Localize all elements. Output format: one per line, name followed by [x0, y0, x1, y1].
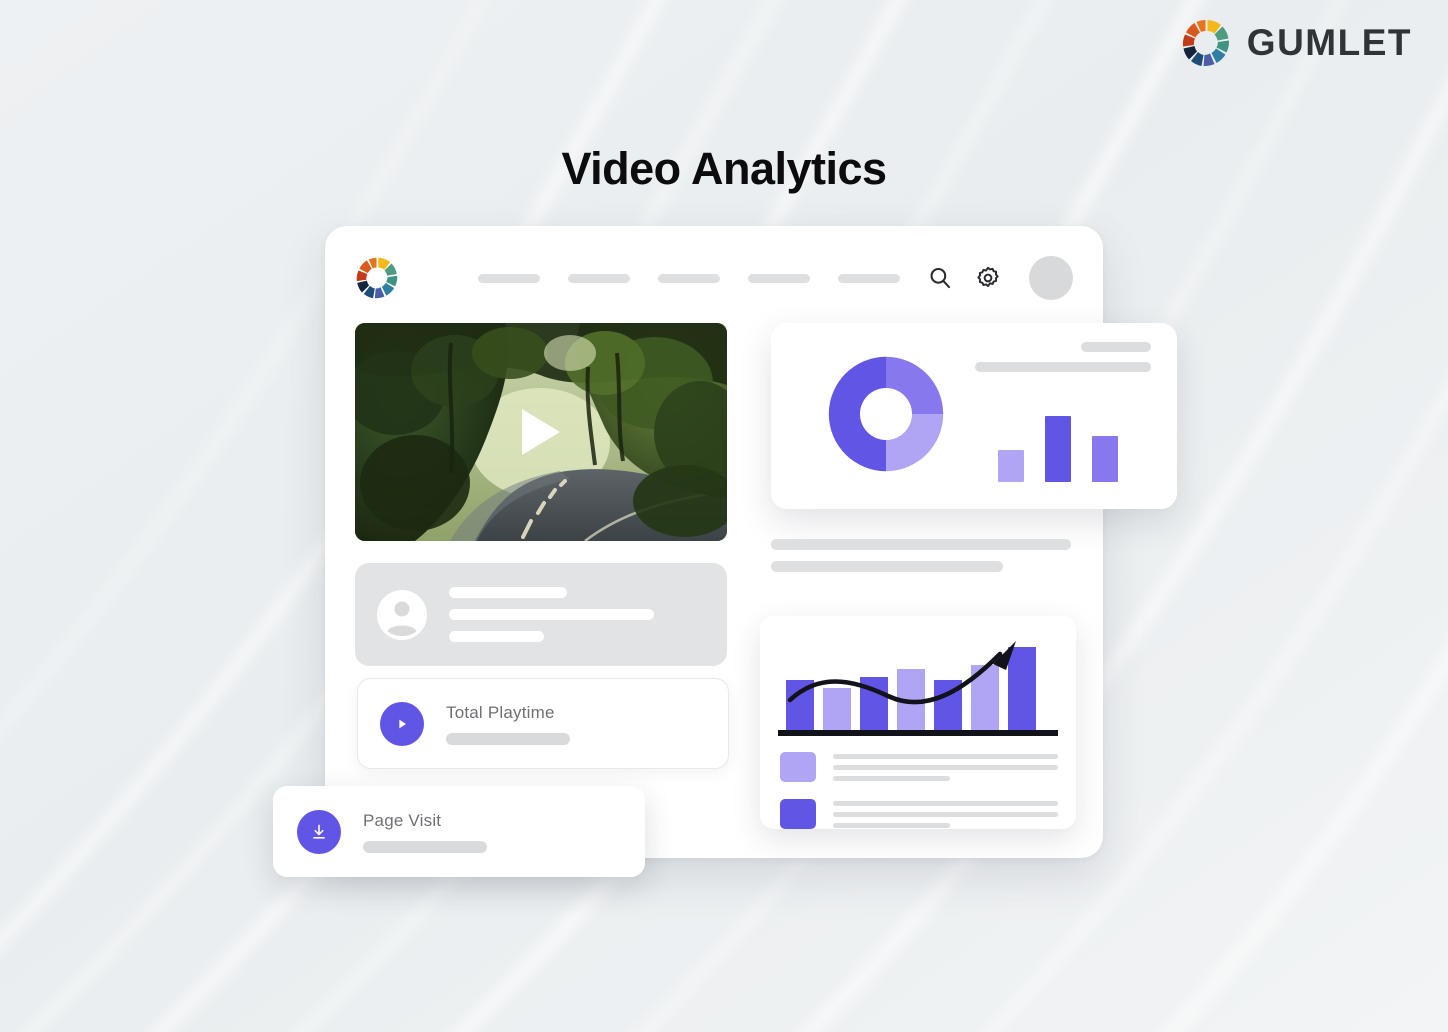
mini-bar-3	[1092, 436, 1118, 482]
page-root: GUMLET Video Analytics Total Playtime Pa…	[0, 0, 1448, 1032]
donut-card-placeholder-lines	[975, 342, 1151, 372]
stat-card-page-visit[interactable]: Page Visit	[273, 786, 645, 877]
download-icon	[297, 809, 341, 854]
stat-value-placeholder	[363, 840, 487, 853]
play-icon[interactable]	[522, 409, 560, 455]
search-icon[interactable]	[927, 265, 953, 291]
profile-placeholder-lines	[449, 587, 654, 642]
download-arrow-icon	[313, 824, 325, 839]
stat-card-total-playtime[interactable]: Total Playtime	[357, 678, 729, 769]
nav-pill-5[interactable]	[838, 273, 900, 283]
profile-line-1	[449, 587, 567, 598]
legend-line-2	[833, 764, 1058, 770]
stat-value-placeholder	[446, 732, 570, 745]
stat-label-total-playtime: Total Playtime	[446, 702, 555, 722]
legend-text-lines	[833, 753, 1058, 781]
mini-bar-chart	[998, 416, 1118, 482]
nav-pill-2[interactable]	[568, 273, 630, 283]
under-line-2	[771, 561, 1003, 572]
donut-line-long	[975, 362, 1151, 372]
nav-pill-4[interactable]	[748, 273, 810, 283]
gear-icon[interactable]	[975, 265, 1001, 291]
stat-body: Total Playtime	[446, 703, 706, 745]
mini-bar-2	[1045, 416, 1071, 482]
legend-line-1	[833, 753, 1058, 759]
main-nav	[478, 273, 900, 283]
stat-body: Page Visit	[363, 811, 621, 853]
legend-swatch-dark	[780, 799, 816, 829]
play-icon	[399, 719, 406, 728]
legend-text-lines	[833, 800, 1058, 828]
page-title: Video Analytics	[561, 143, 887, 194]
profile-line-2	[449, 609, 654, 620]
legend-line-1	[833, 800, 1058, 806]
gumlet-color-wheel-icon[interactable]	[355, 256, 399, 300]
mini-bar-1	[998, 450, 1024, 482]
donut-chart-card	[771, 323, 1177, 509]
legend-row-2	[780, 799, 1058, 829]
legend-line-2	[833, 811, 1058, 817]
legend-row-1	[780, 752, 1058, 782]
play-circle-icon	[380, 701, 424, 746]
growth-chart-card	[760, 616, 1076, 829]
nav-pill-1[interactable]	[478, 273, 540, 283]
growth-bar-chart	[778, 641, 1058, 736]
profile-line-3	[449, 631, 544, 642]
legend-line-3	[833, 775, 950, 781]
person-avatar-icon	[377, 589, 427, 640]
donut-line-short	[1081, 342, 1151, 352]
dashboard-header	[325, 226, 1103, 330]
legend-swatch-light	[780, 752, 816, 782]
gumlet-color-wheel-icon	[1182, 20, 1229, 67]
under-line-1	[771, 539, 1071, 550]
video-thumbnail[interactable]	[355, 323, 727, 541]
header-actions	[927, 256, 1073, 300]
brand-name: GUMLET	[1246, 22, 1412, 63]
nav-pill-3[interactable]	[658, 273, 720, 283]
avatar[interactable]	[1029, 256, 1073, 300]
legend-line-3	[833, 822, 950, 828]
profile-placeholder-card	[355, 563, 727, 666]
stat-label-page-visit: Page Visit	[363, 810, 442, 830]
chart-legend	[780, 752, 1058, 829]
content-placeholder-lines	[771, 539, 1071, 572]
brand-logo: GUMLET	[1181, 18, 1412, 68]
dashboard-window: Total Playtime Page Visit	[273, 226, 1177, 877]
donut-chart	[828, 356, 944, 472]
